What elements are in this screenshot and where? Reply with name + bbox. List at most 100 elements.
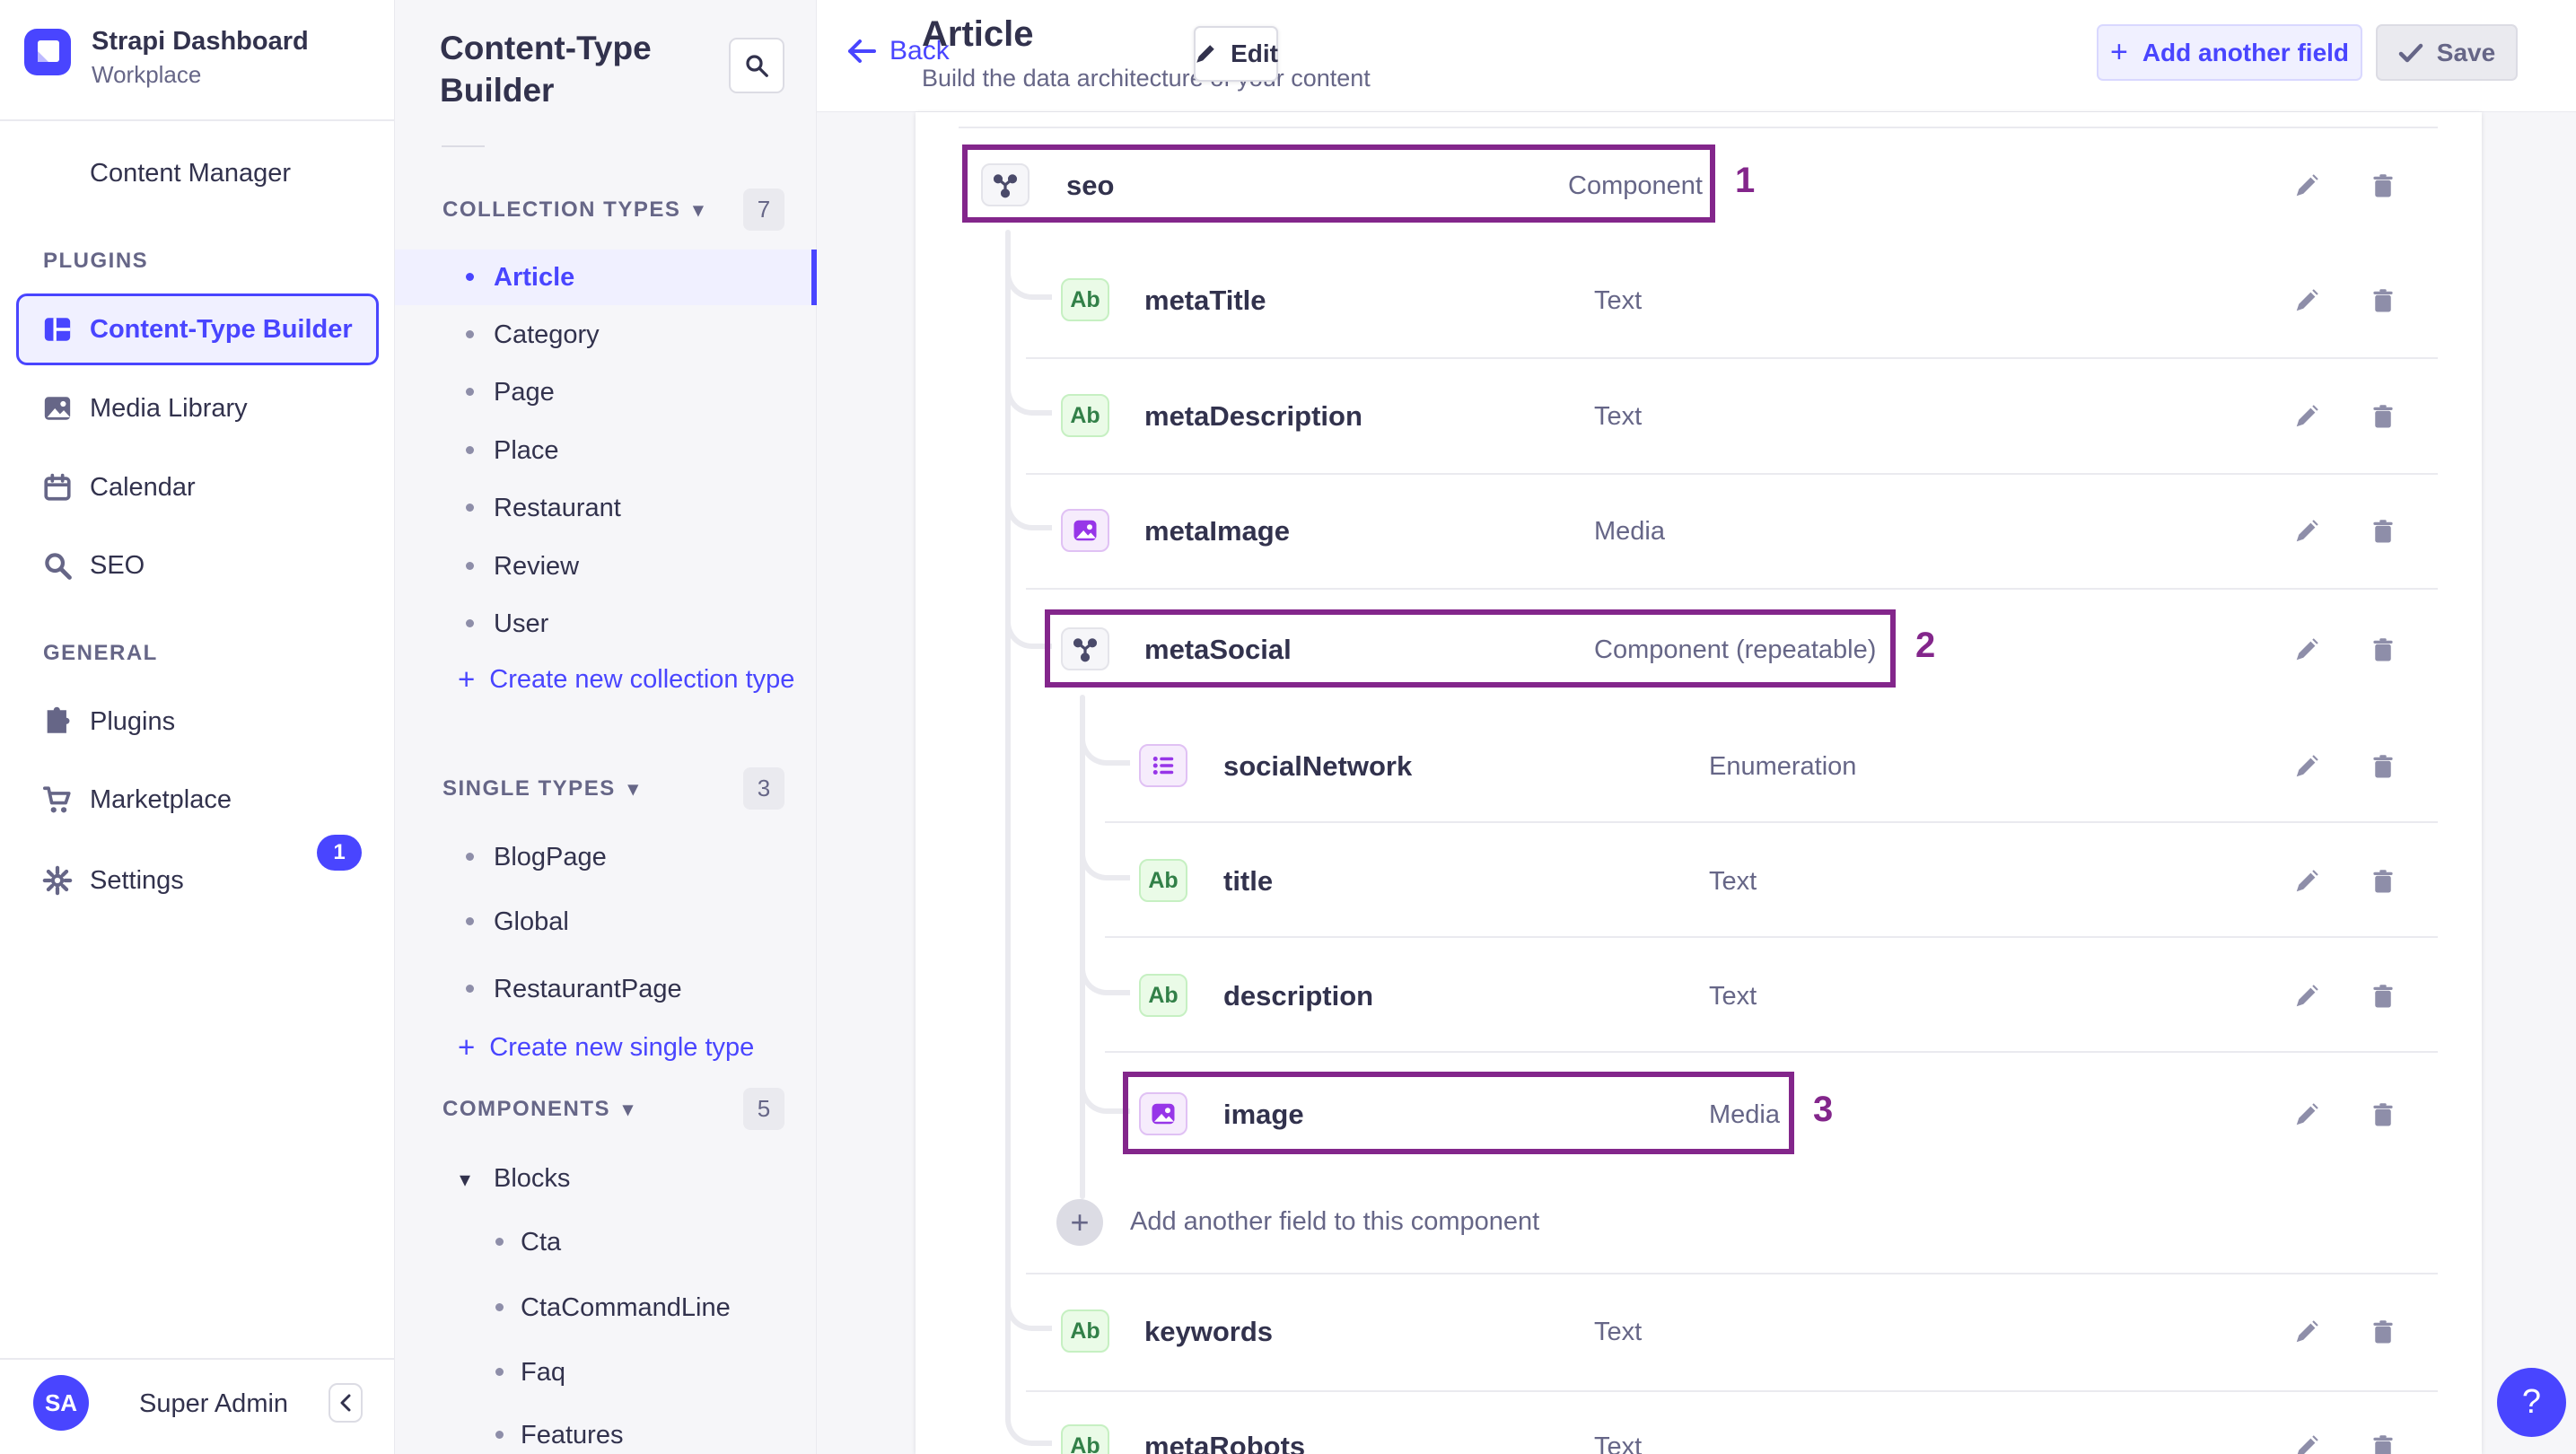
pencil-icon: [1194, 42, 1217, 66]
app: Strapi Dashboard Workplace Content Manag…: [0, 0, 2576, 1454]
edit-field-button[interactable]: [2291, 1316, 2323, 1348]
picture-icon: [40, 391, 74, 425]
sidebar-item-ctacommandline[interactable]: CtaCommandLine: [395, 1280, 817, 1336]
bullet-icon: [495, 1431, 504, 1439]
user-avatar[interactable]: SA: [33, 1375, 89, 1431]
nav-item-seo[interactable]: SEO: [0, 538, 395, 593]
sidebar-item-place[interactable]: Place: [395, 423, 817, 478]
text-type-icon: Ab: [1061, 394, 1109, 437]
divider: [0, 1358, 395, 1360]
components-heading[interactable]: COMPONENTS ▾: [442, 1097, 635, 1122]
section-count-badge: 7: [743, 188, 784, 231]
component-group-blocks[interactable]: ▾ Blocks: [395, 1151, 817, 1206]
table-row-metaRobots: Ab metaRobots Text: [916, 1418, 2482, 1454]
field-type: Text: [1709, 867, 1757, 896]
create-new-label: Create new collection type: [489, 664, 795, 694]
edit-field-button[interactable]: [2291, 865, 2323, 898]
sidebar-item-blogpage[interactable]: BlogPage: [395, 829, 817, 885]
brand-name: Strapi Dashboard: [92, 27, 309, 56]
table-row-description: Ab description Text: [916, 968, 2482, 1023]
nav-content-manager[interactable]: Content Manager: [0, 145, 395, 201]
edit-field-button[interactable]: [2291, 634, 2323, 666]
table-row-image: image Media: [916, 1086, 2482, 1142]
sidebar-item-label: BlogPage: [494, 842, 607, 872]
nav-item-label: Plugins: [90, 706, 176, 736]
delete-field-button[interactable]: [2367, 285, 2399, 317]
field-name: metaRobots: [1144, 1431, 1306, 1454]
sidebar-item-restaurantpage[interactable]: RestaurantPage: [395, 961, 817, 1017]
delete-field-button[interactable]: [2367, 980, 2399, 1012]
sidebar-item-user[interactable]: User: [395, 596, 817, 652]
edit-field-button[interactable]: [2291, 285, 2323, 317]
save-button[interactable]: Save: [2376, 24, 2518, 81]
delete-field-button[interactable]: [2367, 1099, 2399, 1131]
page-header: Back Article Build the data architecture…: [817, 0, 2576, 112]
nav-item-content-type-builder[interactable]: Content-Type Builder: [0, 293, 395, 365]
nav-item-plugins[interactable]: Plugins: [0, 694, 395, 749]
create-new-label: Create new single type: [489, 1032, 755, 1062]
row-divider: [1026, 1273, 2438, 1274]
sidebar-item-page[interactable]: Page: [395, 364, 817, 420]
divider: [442, 145, 485, 147]
delete-field-button[interactable]: [2367, 1431, 2399, 1454]
add-another-field-button[interactable]: + Add another field: [2097, 24, 2362, 81]
sidebar-item-review[interactable]: Review: [395, 539, 817, 594]
edit-field-button[interactable]: [2291, 170, 2323, 202]
bullet-icon: [495, 1303, 504, 1311]
sidebar-item-restaurant[interactable]: Restaurant: [395, 480, 817, 536]
table-row-seo: seo Component: [916, 157, 2482, 213]
edit-field-button[interactable]: [2291, 400, 2323, 433]
section-heading-label: SINGLE TYPES: [442, 776, 616, 801]
component-type-icon: [981, 163, 1030, 206]
sidebar-item-label: Global: [494, 907, 569, 936]
field-name: keywords: [1144, 1316, 1274, 1347]
field-name: metaImage: [1144, 515, 1290, 547]
edit-field-button[interactable]: [2291, 750, 2323, 783]
edit-field-button[interactable]: [2291, 1099, 2323, 1131]
create-new-link[interactable]: + Create new collection type: [458, 654, 794, 705]
delete-field-button[interactable]: [2367, 400, 2399, 433]
delete-field-button[interactable]: [2367, 634, 2399, 666]
delete-field-button[interactable]: [2367, 750, 2399, 783]
edit-button[interactable]: Edit: [1194, 26, 1278, 82]
nav-item-marketplace[interactable]: Marketplace: [0, 772, 395, 828]
gear-icon: [40, 863, 74, 898]
single-types-heading[interactable]: SINGLE TYPES ▾: [442, 776, 639, 801]
sidebar-collapse-button[interactable]: [329, 1383, 363, 1423]
add-field-to-component-button[interactable]: +: [1056, 1199, 1103, 1246]
edit-field-button[interactable]: [2291, 980, 2323, 1012]
sidebar-item-label: User: [494, 609, 549, 638]
bullet-icon: [466, 330, 474, 338]
delete-field-button[interactable]: [2367, 170, 2399, 202]
nav-item-settings[interactable]: Settings 1: [0, 835, 395, 908]
delete-field-button[interactable]: [2367, 1316, 2399, 1348]
plus-icon: +: [458, 662, 476, 696]
field-type: Media: [1594, 517, 1665, 546]
nav-item-calendar[interactable]: Calendar: [0, 460, 395, 515]
help-button[interactable]: ?: [2497, 1368, 2566, 1437]
sidebar-item-cta[interactable]: Cta: [395, 1214, 817, 1270]
section-heading-label: COLLECTION TYPES: [442, 197, 681, 222]
sidebar-item-faq[interactable]: Faq: [395, 1345, 817, 1400]
fields-table: seo Component 1 Ab metaTitle Text Ab metaDescri…: [916, 112, 2482, 1454]
delete-field-button[interactable]: [2367, 515, 2399, 547]
sidebar-item-features[interactable]: Features: [395, 1407, 817, 1454]
bullet-icon: [466, 853, 474, 861]
search-button[interactable]: [729, 38, 784, 93]
edit-field-button[interactable]: [2291, 1431, 2323, 1454]
main-content: Back Article Build the data architecture…: [817, 0, 2576, 1454]
main-sidebar: Strapi Dashboard Workplace Content Manag…: [0, 0, 395, 1454]
edit-field-button[interactable]: [2291, 515, 2323, 547]
row-divider: [1026, 357, 2438, 359]
sidebar-item-global[interactable]: Global: [395, 894, 817, 950]
nav-item-media-library[interactable]: Media Library: [0, 381, 395, 436]
sidebar-item-article[interactable]: Article: [395, 250, 817, 305]
collection-types-heading[interactable]: COLLECTION TYPES ▾: [442, 197, 705, 223]
row-divider: [1105, 821, 2438, 823]
table-row-metaTitle: Ab metaTitle Text: [916, 272, 2482, 328]
create-new-link[interactable]: + Create new single type: [458, 1022, 754, 1073]
user-name: Super Admin: [139, 1389, 289, 1418]
chevron-down-icon: ▾: [693, 198, 705, 221]
sidebar-item-category[interactable]: Category: [395, 307, 817, 363]
delete-field-button[interactable]: [2367, 865, 2399, 898]
